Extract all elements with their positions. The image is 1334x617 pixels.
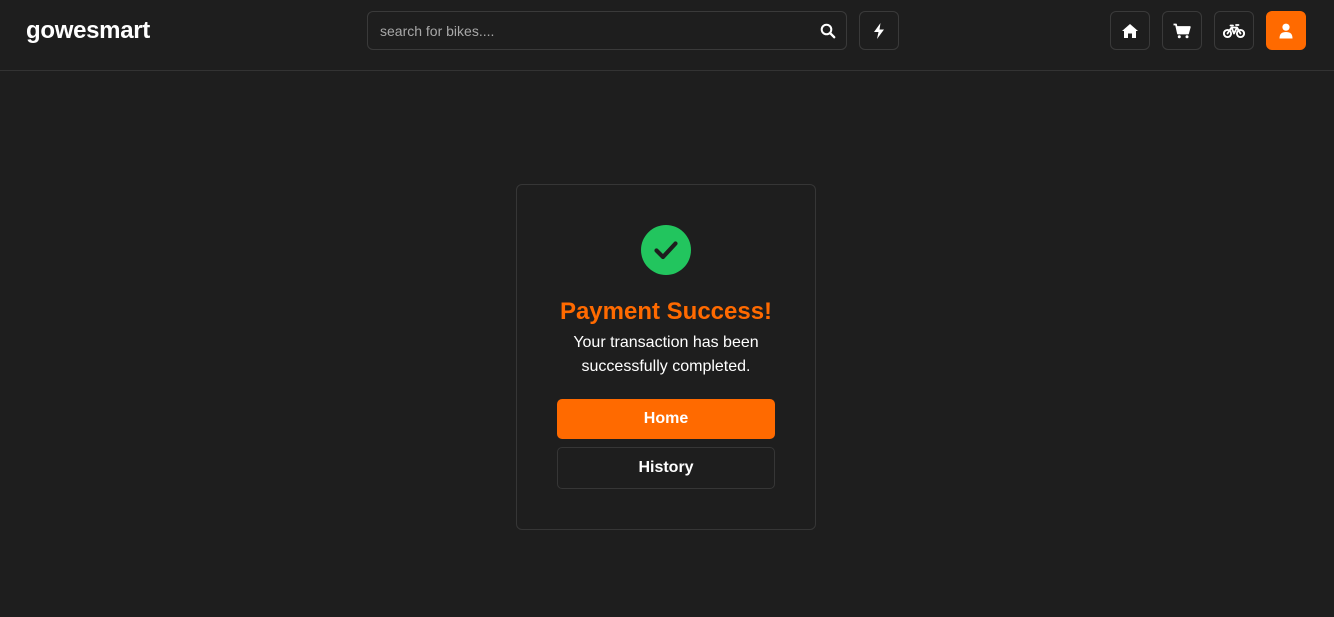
search-icon[interactable]	[820, 23, 836, 39]
profile-nav-button[interactable]	[1266, 11, 1306, 50]
lightning-icon	[872, 22, 886, 39]
success-message: Your transaction has been successfully c…	[573, 334, 759, 375]
home-button[interactable]: Home	[557, 399, 775, 439]
user-icon	[1279, 23, 1293, 39]
bikes-nav-button[interactable]	[1214, 11, 1254, 50]
check-circle-icon	[641, 225, 691, 275]
flash-sale-button[interactable]	[859, 11, 899, 50]
cart-icon	[1173, 23, 1191, 39]
bicycle-icon	[1223, 23, 1245, 39]
home-nav-button[interactable]	[1110, 11, 1150, 50]
history-button[interactable]: History	[557, 447, 775, 489]
cart-nav-button[interactable]	[1162, 11, 1202, 50]
search-bar	[367, 11, 847, 50]
top-navbar: gowesmart	[0, 0, 1334, 71]
app-logo[interactable]: gowesmart	[26, 17, 150, 45]
payment-success-card: Payment Success! Your transaction has be…	[516, 184, 816, 530]
success-title: Payment Success!	[559, 298, 773, 325]
home-icon	[1121, 23, 1139, 39]
search-input[interactable]	[380, 12, 800, 49]
